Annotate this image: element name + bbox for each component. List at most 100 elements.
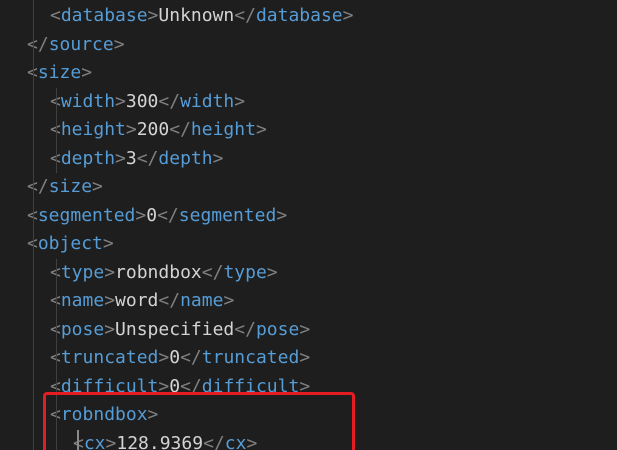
tag-name: depth bbox=[60, 147, 116, 169]
close-bracket: > bbox=[299, 318, 311, 340]
open-end-bracket: </ bbox=[169, 119, 191, 140]
tag-value: Unspecified bbox=[115, 318, 235, 340]
tag-name: database bbox=[60, 5, 148, 26]
tag-value: 0 bbox=[146, 204, 158, 226]
tag-name: depth bbox=[158, 147, 213, 169]
code-line: </source> bbox=[27, 31, 125, 59]
close-bracket: > bbox=[104, 318, 116, 340]
tag-value: Unknown bbox=[158, 5, 235, 26]
open-end-bracket: </ bbox=[158, 290, 181, 311]
code-line: <size> bbox=[27, 59, 92, 87]
close-bracket: > bbox=[147, 404, 159, 425]
indent-guide bbox=[33, 0, 34, 450]
code-line: <name>word</name> bbox=[50, 287, 234, 315]
tag-name: cx bbox=[83, 432, 106, 450]
close-bracket: > bbox=[223, 290, 235, 311]
close-bracket: > bbox=[266, 261, 278, 283]
tag-name: object bbox=[37, 233, 103, 254]
close-bracket: > bbox=[125, 119, 137, 140]
close-bracket: > bbox=[246, 432, 258, 450]
tag-name: name bbox=[180, 290, 224, 311]
close-bracket: > bbox=[342, 5, 354, 26]
close-bracket: > bbox=[158, 347, 170, 368]
tag-value: 128.9369 bbox=[116, 432, 204, 450]
tag-name: type bbox=[60, 261, 105, 283]
close-bracket: > bbox=[276, 204, 288, 226]
tag-name: pose bbox=[60, 318, 105, 340]
tag-name: segmented bbox=[178, 204, 277, 226]
close-bracket: > bbox=[135, 204, 147, 226]
open-end-bracket: </ bbox=[158, 90, 181, 112]
open-end-bracket: </ bbox=[27, 176, 49, 197]
tag-value: robndbox bbox=[115, 261, 202, 283]
tag-value: 0 bbox=[169, 375, 181, 397]
tag-name: difficult bbox=[201, 375, 300, 397]
code-line: <depth>3</depth> bbox=[50, 145, 223, 173]
close-bracket: > bbox=[102, 233, 114, 254]
indent-guide bbox=[77, 429, 79, 450]
close-bracket: > bbox=[92, 176, 103, 197]
close-bracket: > bbox=[115, 90, 126, 112]
tag-value: 3 bbox=[125, 147, 137, 169]
indent-guide bbox=[56, 258, 57, 450]
close-bracket: > bbox=[158, 375, 170, 397]
close-bracket: > bbox=[81, 62, 93, 83]
open-end-bracket: </ bbox=[27, 33, 49, 55]
close-bracket: > bbox=[104, 261, 116, 283]
close-bracket: > bbox=[104, 290, 116, 311]
tag-name: robndbox bbox=[60, 404, 148, 425]
tag-name: width bbox=[60, 90, 116, 112]
tag-name: width bbox=[180, 90, 235, 112]
tag-name: truncated bbox=[201, 347, 300, 368]
close-bracket: > bbox=[105, 432, 117, 450]
tag-name: size bbox=[48, 176, 93, 197]
tag-name: cx bbox=[224, 432, 247, 450]
open-end-bracket: </ bbox=[157, 204, 179, 226]
tag-name: height bbox=[190, 119, 256, 140]
close-bracket: > bbox=[299, 347, 311, 368]
code-line: <segmented>0</segmented> bbox=[27, 202, 287, 230]
tag-value: 200 bbox=[136, 119, 170, 140]
open-bracket: < bbox=[50, 5, 61, 26]
close-bracket: > bbox=[212, 147, 224, 169]
open-end-bracket: </ bbox=[201, 261, 224, 283]
tag-name: size bbox=[37, 62, 82, 83]
code-line: <pose>Unspecified</pose> bbox=[50, 316, 310, 344]
code-line: <truncated>0</truncated> bbox=[50, 344, 310, 372]
indent-guide bbox=[56, 87, 57, 173]
open-end-bracket: </ bbox=[180, 375, 202, 397]
code-line: <cx>128.9369</cx> bbox=[73, 430, 257, 450]
tag-name: database bbox=[255, 5, 343, 26]
tag-value: 0 bbox=[169, 347, 181, 368]
tag-name: source bbox=[48, 33, 114, 55]
close-bracket: > bbox=[115, 147, 126, 169]
tag-value: word bbox=[115, 290, 159, 311]
code-line: <difficult>0</difficult> bbox=[50, 373, 310, 401]
tag-name: segmented bbox=[37, 204, 136, 226]
close-bracket: > bbox=[299, 375, 311, 397]
code-line: <robndbox> bbox=[50, 401, 158, 429]
code-line: <width>300</width> bbox=[50, 88, 245, 116]
open-end-bracket: </ bbox=[234, 318, 256, 340]
open-end-bracket: </ bbox=[136, 147, 159, 169]
open-end-bracket: </ bbox=[180, 347, 202, 368]
code-line: <object> bbox=[27, 230, 114, 258]
close-bracket: > bbox=[255, 119, 267, 140]
tag-name: name bbox=[60, 290, 105, 311]
open-end-bracket: </ bbox=[203, 432, 225, 450]
tag-name: height bbox=[60, 119, 126, 140]
tag-name: difficult bbox=[60, 375, 159, 397]
code-line: <type>robndbox</type> bbox=[50, 259, 278, 287]
close-bracket: > bbox=[147, 5, 159, 26]
tag-name: type bbox=[223, 261, 267, 283]
tag-name: truncated bbox=[60, 347, 159, 368]
code-line: <database>Unknown</database> bbox=[50, 2, 353, 30]
code-line: <height>200</height> bbox=[50, 116, 267, 144]
close-bracket: > bbox=[234, 90, 246, 112]
open-end-bracket: </ bbox=[234, 5, 256, 26]
code-editor[interactable]: <database>Unknown</database></source><si… bbox=[0, 0, 617, 450]
close-bracket: > bbox=[113, 33, 125, 55]
code-line: </size> bbox=[27, 173, 103, 201]
tag-name: pose bbox=[255, 318, 300, 340]
tag-value: 300 bbox=[125, 90, 159, 112]
